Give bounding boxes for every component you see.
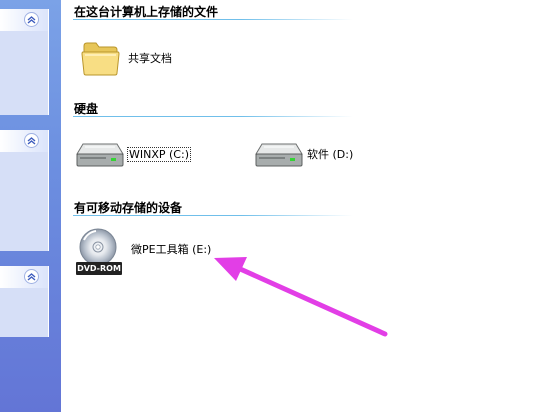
item-drive-d[interactable]: 软件 (D:) [254,138,353,170]
dvd-rom-badge: DVD-ROM [76,262,122,275]
item-shared-documents[interactable]: 共享文档 [81,38,172,78]
task-panel-system [0,9,49,115]
group-divider [73,215,353,216]
hard-drive-icon [255,143,303,167]
item-label: 微PE工具箱 (E:) [131,243,212,256]
group-divider [73,19,353,20]
group-title-stored-files: 在这台计算机上存储的文件 [74,5,219,19]
item-label: 软件 (D:) [307,148,354,161]
collapse-chevron-icon[interactable] [24,269,39,284]
task-panel-header[interactable] [0,130,48,152]
task-panel-details [0,266,49,337]
group-title-removable: 有可移动存储的设备 [74,201,183,215]
collapse-chevron-icon[interactable] [24,133,39,148]
task-panel-header[interactable] [0,9,48,31]
hard-drive-icon [76,143,124,167]
group-divider [73,116,353,117]
content-area: 在这台计算机上存储的文件 共享文档 硬盘 WINXP (C:) 软件 (D:) … [61,0,555,412]
cd-rom-icon: DVD-ROM [76,228,124,278]
item-label: WINXP (C:) [127,146,191,162]
collapse-chevron-icon[interactable] [24,12,39,27]
item-label: 共享文档 [128,52,172,65]
task-pane [0,0,61,412]
group-title-hard-disks: 硬盘 [74,102,99,116]
item-drive-c[interactable]: WINXP (C:) [75,138,191,170]
item-drive-e[interactable]: DVD-ROM 微PE工具箱 (E:) [76,228,211,278]
task-panel-other-places [0,130,49,251]
task-panel-header[interactable] [0,266,48,288]
folder-icon [81,42,120,76]
